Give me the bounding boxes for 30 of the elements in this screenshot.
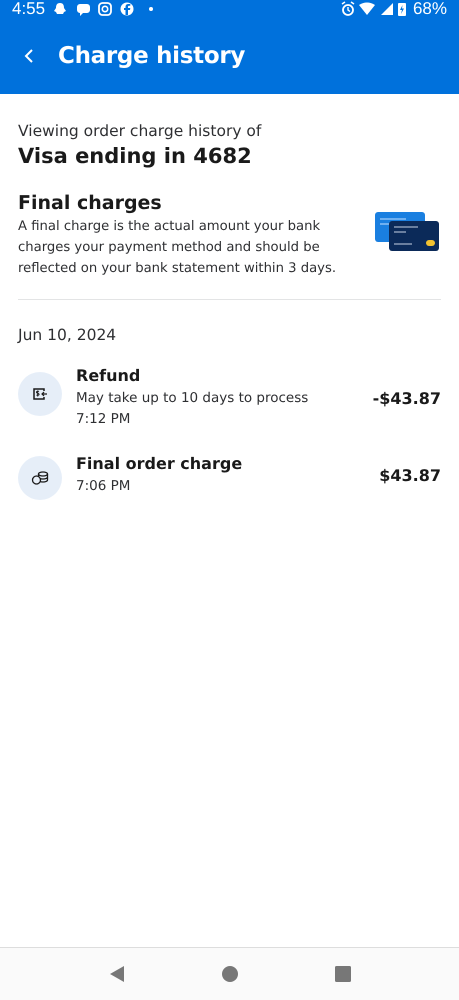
section-description: A final charge is the actual amount your bank charges your payment method and should be reflected on your bank statement within 3 days. (18, 218, 338, 278)
back-icon[interactable] (108, 965, 126, 983)
signal-icon (380, 3, 393, 15)
date-heading: Jun 10, 2024 (18, 326, 118, 344)
home-icon[interactable] (222, 966, 238, 982)
chat-bubble-icon (77, 4, 90, 16)
social-icon (120, 2, 134, 16)
battery-icon (398, 3, 406, 16)
section-title: Final charges (18, 192, 163, 214)
transaction-amount: -$43.87 (372, 388, 441, 408)
recents-icon[interactable] (334, 966, 351, 982)
alarm-icon (341, 1, 355, 16)
card-name: Visa ending in 4682 (18, 144, 253, 168)
page-title: Charge history (58, 43, 246, 69)
transaction-amount: $43.87 (379, 466, 441, 484)
more-notifications-icon (149, 7, 154, 11)
camera-icon (98, 2, 112, 16)
history-caption: Viewing order charge history of (18, 122, 263, 140)
transaction-title: Refund (76, 366, 142, 385)
transaction-time: 7:12 PM (76, 410, 132, 429)
ghost-icon (54, 3, 66, 14)
transaction-time: 7:06 PM (76, 476, 132, 496)
refund-icon (18, 372, 62, 416)
status-time: 4:55 (12, 0, 46, 19)
transaction-title: Final order charge (76, 454, 244, 472)
battery-percentage: 68% (412, 0, 447, 19)
back-icon (24, 48, 34, 64)
coins-icon (18, 456, 62, 500)
transaction-note: May take up to 10 days to process (76, 389, 310, 408)
wifi-icon (358, 2, 375, 15)
